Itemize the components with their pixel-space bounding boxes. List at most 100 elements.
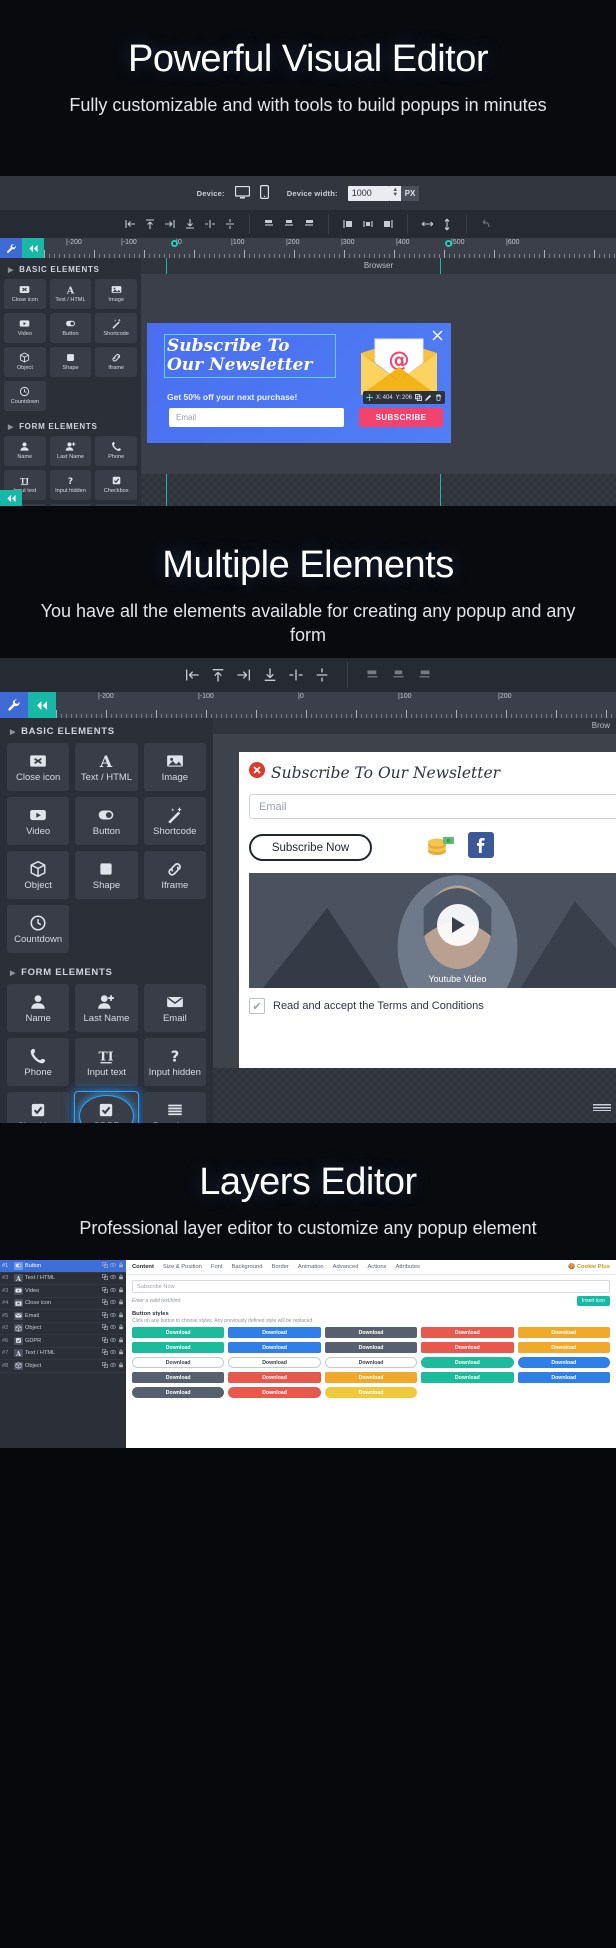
button-style-sample[interactable]: Download <box>421 1357 514 1368</box>
eye-icon[interactable] <box>110 1349 116 1357</box>
element-tile-dropdown[interactable]: Dropdown <box>143 1092 206 1123</box>
wrench-icon[interactable] <box>0 238 22 258</box>
layer-row[interactable]: #3 Video <box>0 1285 126 1298</box>
tab-attributes[interactable]: Attributes <box>395 1264 420 1270</box>
layer-row[interactable]: #6 GDPR <box>0 1335 126 1348</box>
button-style-sample[interactable]: Download <box>228 1372 321 1383</box>
tab-advanced[interactable]: Advanced <box>333 1264 359 1270</box>
monitor-icon[interactable] <box>234 185 250 201</box>
element-tile-close-icon[interactable]: Close icon <box>4 279 46 309</box>
width-icon[interactable] <box>417 214 437 234</box>
copy-icon[interactable] <box>102 1311 108 1320</box>
eye-icon[interactable] <box>110 1299 116 1307</box>
element-tile-checkbox[interactable]: Checkbox <box>95 470 137 500</box>
element-tile-video[interactable]: Video <box>7 797 70 845</box>
align-right-icon[interactable] <box>231 662 257 688</box>
tab-content[interactable]: Content <box>132 1264 154 1270</box>
layer-tools[interactable] <box>102 1311 124 1320</box>
content-input[interactable]: Subscribe Now <box>132 1280 610 1293</box>
button-style-sample[interactable]: Download <box>228 1387 321 1398</box>
undo-icon[interactable] <box>476 214 496 234</box>
basic-elements-header-1[interactable]: ▶ BASIC ELEMENTS <box>0 258 141 279</box>
layer-tools[interactable] <box>102 1336 124 1345</box>
email-input[interactable]: Email <box>169 408 344 427</box>
guide-marker[interactable] <box>171 240 178 247</box>
button-style-sample[interactable]: Download <box>517 1357 610 1368</box>
element-tile-object[interactable]: Object <box>7 851 70 899</box>
layer-tools[interactable] <box>102 1349 124 1357</box>
tab-actions[interactable]: Actions <box>367 1264 386 1270</box>
eye-icon[interactable] <box>110 1324 116 1332</box>
layer-tools[interactable] <box>102 1361 124 1370</box>
button-style-sample[interactable]: Download <box>132 1342 225 1353</box>
distribute-center-icon[interactable] <box>279 214 299 234</box>
distribute-right-icon[interactable] <box>299 214 319 234</box>
button-style-sample[interactable]: Download <box>228 1327 321 1338</box>
lock-icon[interactable] <box>118 1262 124 1270</box>
collapse-panel-button[interactable] <box>28 692 56 718</box>
checkbox-icon[interactable]: ✔ <box>249 998 265 1014</box>
button-style-sample[interactable]: Download <box>132 1357 225 1368</box>
device-width-input[interactable]: 1000 <box>347 185 390 201</box>
basic-elements-header-2[interactable]: ▶ BASIC ELEMENTS <box>0 718 213 743</box>
move-icon[interactable] <box>365 394 373 401</box>
element-tile-input-hidden[interactable]: ? Input hidden <box>49 470 92 500</box>
copy-icon[interactable] <box>415 394 422 401</box>
element-tile-countdown[interactable]: Countdown <box>7 905 70 953</box>
element-tile-object[interactable]: Object <box>4 347 46 377</box>
button-style-sample[interactable]: Download <box>324 1327 418 1338</box>
element-tile-input-hidden[interactable]: ? Input hidden <box>143 1038 206 1086</box>
width-stepper[interactable]: ▲ ▼ <box>389 185 401 201</box>
element-tile-gdpr[interactable]: GDPR <box>75 1092 138 1123</box>
element-tile-shape[interactable]: Shape <box>49 347 92 377</box>
horizontal-ruler-1[interactable]: |-200 |-100 |0 |100 |200 |300 |400 |500 |600 <box>44 238 616 258</box>
distribute-left-icon[interactable] <box>360 662 386 688</box>
align-top-icon[interactable] <box>205 662 231 688</box>
align-bottom-icon[interactable] <box>257 662 283 688</box>
button-style-sample[interactable]: Download <box>132 1372 225 1383</box>
copy-icon[interactable] <box>102 1349 108 1357</box>
footer-collapse-button[interactable] <box>0 490 22 506</box>
button-style-sample[interactable]: Download <box>324 1387 418 1398</box>
copy-icon[interactable] <box>102 1336 108 1345</box>
layer-tools[interactable] <box>102 1286 124 1295</box>
popup-preview-1[interactable]: Subscribe To Our Newsletter Get 50% off … <box>147 323 451 443</box>
layer-tools[interactable] <box>102 1299 124 1307</box>
element-tile-checkbox[interactable]: Checkbox <box>7 1092 70 1123</box>
collapse-panel-button[interactable] <box>22 238 44 258</box>
layer-row[interactable]: #7 A Text / HTML <box>0 1348 126 1360</box>
element-tile-button[interactable]: Button <box>75 797 138 845</box>
layer-row[interactable]: #5 Email <box>0 1310 126 1323</box>
layer-row[interactable]: #4 Close icon <box>0 1298 126 1310</box>
resize-handle[interactable] <box>593 1104 611 1111</box>
element-tile-close-icon[interactable]: Close icon <box>7 743 70 791</box>
element-tile-text-html[interactable]: A Text / HTML <box>49 279 92 309</box>
lock-icon[interactable] <box>118 1337 124 1345</box>
popup-heading[interactable]: Subscribe To Our Newsletter <box>164 333 336 379</box>
element-tile-email[interactable]: Email <box>143 984 206 1032</box>
trash-icon[interactable] <box>435 394 442 401</box>
align-center-h-icon[interactable] <box>283 662 309 688</box>
space-left-icon[interactable] <box>338 214 358 234</box>
copy-icon[interactable] <box>102 1324 108 1332</box>
copy-icon[interactable] <box>102 1299 108 1307</box>
align-left-icon[interactable] <box>179 662 205 688</box>
subscribe-now-button[interactable]: Subscribe Now <box>249 834 372 861</box>
element-tile-message[interactable]: Message <box>95 504 137 506</box>
element-tile-iframe[interactable]: Iframe <box>143 851 206 899</box>
tab-background[interactable]: Background <box>232 1264 263 1270</box>
youtube-video-element[interactable]: Youtube Video <box>249 873 616 988</box>
align-right-icon[interactable] <box>160 214 180 234</box>
space-center-icon[interactable] <box>358 214 378 234</box>
lock-icon[interactable] <box>118 1324 124 1332</box>
eye-icon[interactable] <box>110 1287 116 1295</box>
element-tile-last-name[interactable]: Last Name <box>49 436 92 466</box>
element-tile-shortcode[interactable]: Shortcode <box>95 313 137 343</box>
insert-icon-button[interactable]: Insert icon <box>576 1296 610 1306</box>
lock-icon[interactable] <box>118 1312 124 1320</box>
button-style-sample[interactable]: Download <box>517 1342 610 1353</box>
email-input[interactable]: Email <box>249 794 616 819</box>
button-style-sample[interactable]: Download <box>228 1357 321 1368</box>
tab-size-position[interactable]: Size & Position <box>163 1264 202 1270</box>
button-style-sample[interactable]: Download <box>517 1372 610 1383</box>
